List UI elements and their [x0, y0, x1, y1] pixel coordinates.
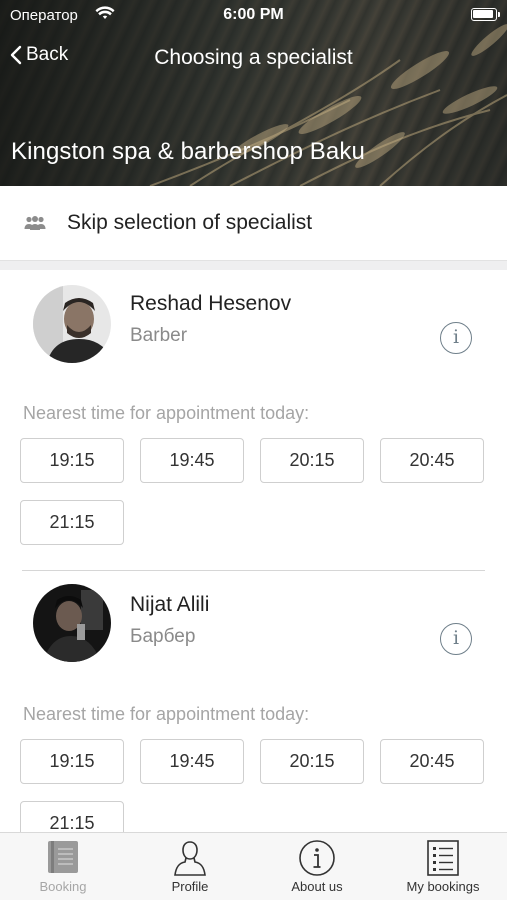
info-icon[interactable]: i [440, 623, 472, 655]
time-slot[interactable]: 19:15 [20, 739, 124, 784]
status-bar: Оператор 6:00 PM [0, 0, 507, 30]
info-icon[interactable]: i [440, 322, 472, 354]
tab-about-us[interactable]: About us [254, 833, 380, 900]
book-icon [48, 841, 78, 873]
time-slot[interactable]: 20:45 [380, 739, 484, 784]
specialist-card[interactable]: Reshad Hesenov Barber i Nearest time for… [0, 270, 507, 570]
time-slot[interactable]: 19:45 [140, 438, 244, 483]
person-icon [174, 841, 206, 876]
salon-name: Kingston spa & barbershop Baku [11, 138, 365, 165]
specialist-name: Nijat Alili [130, 593, 210, 616]
specialist-role: Барбер [130, 626, 196, 647]
battery-icon [471, 8, 500, 21]
list-icon [427, 840, 459, 876]
clock: 6:00 PM [223, 6, 284, 23]
specialist-card[interactable]: Nijat Alili Барбер i Nearest time for ap… [0, 571, 507, 832]
tab-booking[interactable]: Booking [0, 833, 126, 900]
nearest-time-label: Nearest time for appointment today: [23, 704, 310, 724]
tab-label: About us [291, 879, 343, 894]
page-title: Choosing a specialist [154, 46, 353, 69]
time-slot[interactable]: 19:45 [140, 739, 244, 784]
time-slot[interactable]: 19:15 [20, 438, 124, 483]
section-separator [0, 260, 507, 270]
nearest-time-label: Nearest time for appointment today: [23, 403, 310, 423]
avatar [33, 584, 111, 662]
time-slot[interactable]: 21:15 [20, 801, 124, 832]
specialist-role: Barber [130, 325, 188, 346]
skip-selection-label: Skip selection of specialist [67, 211, 313, 234]
tab-profile[interactable]: Profile [127, 833, 253, 900]
skip-selection-button[interactable]: Skip selection of specialist [0, 186, 507, 260]
time-slot[interactable]: 20:15 [260, 438, 364, 483]
tab-label: My bookings [406, 879, 480, 894]
time-slot[interactable]: 20:45 [380, 438, 484, 483]
tab-label: Profile [171, 879, 209, 894]
tab-bar: Booking Profile About us My bookings [0, 832, 507, 900]
specialist-name: Reshad Hesenov [130, 292, 292, 315]
tab-label: Booking [39, 879, 87, 894]
time-slot[interactable]: 20:15 [260, 739, 364, 784]
tab-my-bookings[interactable]: My bookings [380, 833, 506, 900]
time-slot[interactable]: 21:15 [20, 500, 124, 545]
info-icon [299, 840, 335, 876]
header: Оператор 6:00 PM Back Choosing a special… [0, 0, 507, 186]
avatar [33, 285, 111, 363]
people-icon [24, 216, 46, 230]
